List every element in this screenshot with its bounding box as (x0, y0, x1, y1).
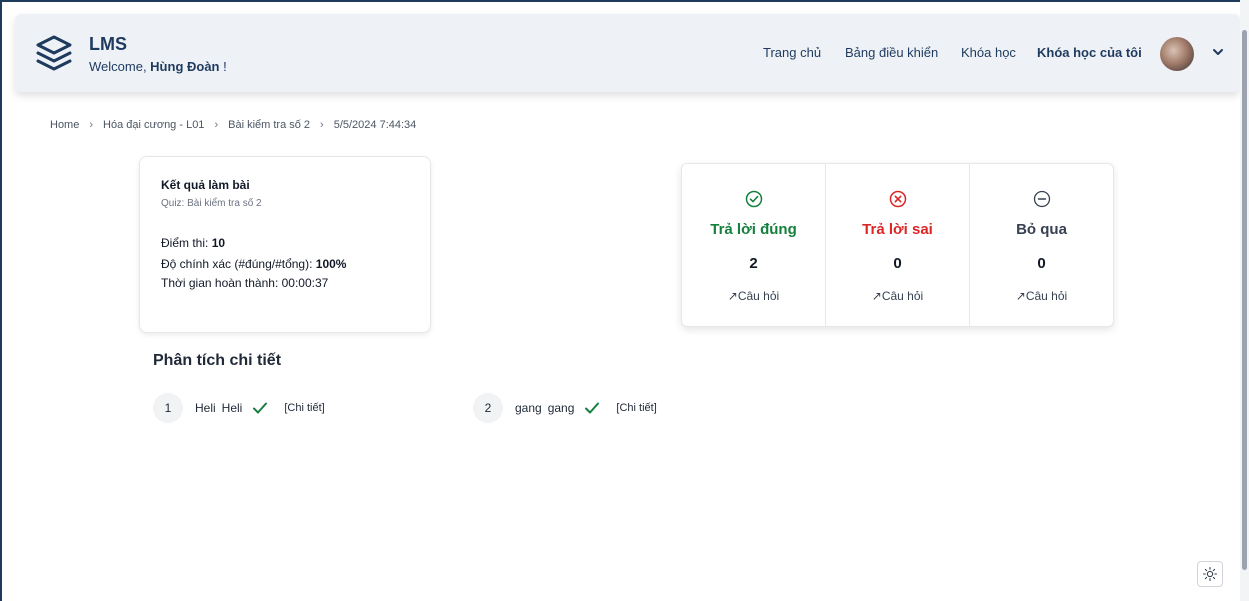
scrollbar-thumb[interactable] (1242, 30, 1247, 570)
question-item: 1 Heli Heli [Chi tiết] (153, 393, 325, 423)
stat-skipped-label: Bỏ qua (1016, 221, 1067, 238)
result-subtitle: Quiz: Bài kiểm tra số 2 (161, 198, 262, 209)
analysis-title: Phân tích chi tiết (153, 352, 282, 369)
stat-wrong-value: 0 (893, 255, 902, 272)
stat-correct-value: 2 (749, 255, 758, 272)
breadcrumb-course[interactable]: Hóa đại cương - L01 (103, 119, 204, 131)
minus-circle-icon (1033, 190, 1050, 208)
brand-name[interactable]: LMS (89, 34, 127, 55)
nav-my-courses[interactable]: Khóa học của tôi (1037, 45, 1142, 60)
time-value: 00:00:37 (281, 276, 329, 290)
welcome-message: Welcome, Hùng Đoàn ! (89, 59, 227, 74)
question-number: 1 (153, 393, 183, 423)
breadcrumb-attempt: 5/5/2024 7:44:34 (333, 119, 417, 131)
accuracy-line: Độ chính xác (#đúng/#tổng): 100% (161, 257, 346, 271)
time-line: Thời gian hoàn thành: 00:00:37 (161, 276, 328, 290)
stat-skipped-questions-link[interactable]: ↗Câu hỏi (970, 289, 1113, 303)
welcome-suffix: ! (219, 59, 227, 74)
layers-logo-icon[interactable] (32, 31, 76, 75)
breadcrumb-separator: › (214, 119, 219, 131)
question-item: 2 gang gang [Chi tiết] (473, 393, 657, 423)
correct-answer: Heli (221, 401, 243, 415)
accuracy-value: 100% (315, 257, 347, 271)
detail-link[interactable]: [Chi tiết] (284, 402, 324, 414)
user-answer: gang (515, 401, 542, 415)
check-circle-icon (745, 190, 762, 208)
breadcrumb-separator: › (320, 119, 324, 131)
stats-panel: Trả lời đúng 2 ↗Câu hỏi Trả lời sai 0 ↗C… (681, 163, 1114, 327)
theme-toggle-button[interactable] (1197, 561, 1223, 587)
breadcrumb: Home › Hóa đại cương - L01 › Bài kiểm tra số… (50, 119, 416, 131)
stat-wrong: Trả lời sai 0 ↗Câu hỏi (825, 164, 969, 326)
stat-wrong-label: Trả lời sai (862, 221, 933, 238)
nav-home[interactable]: Trang chủ (763, 45, 821, 60)
detail-link[interactable]: [Chi tiết] (616, 402, 656, 414)
score-value: 10 (211, 236, 226, 250)
time-label: Thời gian hoàn thành: (161, 276, 282, 290)
x-circle-icon (889, 190, 906, 208)
breadcrumb-home[interactable]: Home (50, 119, 79, 131)
stat-correct-questions-link[interactable]: ↗Câu hỏi (682, 289, 825, 303)
result-card: Kết quả làm bài Quiz: Bài kiểm tra số 2 … (139, 156, 431, 333)
nav-dashboard[interactable]: Bảng điều khiển (845, 45, 938, 60)
correct-answer: gang (547, 401, 575, 415)
score-label: Điểm thi: (161, 236, 212, 250)
check-icon (253, 402, 268, 414)
result-title: Kết quả làm bài (161, 178, 250, 192)
stat-wrong-questions-link[interactable]: ↗Câu hỏi (826, 289, 969, 303)
stat-skipped-value: 0 (1037, 255, 1046, 272)
top-navbar: LMS Welcome, Hùng Đoàn ! Trang chủ Bảng … (15, 14, 1240, 92)
stat-correct: Trả lời đúng 2 ↗Câu hỏi (682, 164, 825, 326)
chevron-down-icon[interactable] (1210, 44, 1226, 60)
breadcrumb-separator: › (89, 119, 94, 131)
user-answer: Heli (195, 401, 216, 415)
vertical-scrollbar[interactable] (1240, 0, 1249, 601)
sun-icon (1202, 566, 1218, 582)
stat-skipped: Bỏ qua 0 ↗Câu hỏi (969, 164, 1113, 326)
check-icon (585, 402, 600, 414)
stat-correct-label: Trả lời đúng (710, 221, 797, 238)
avatar[interactable] (1160, 37, 1194, 71)
nav-courses[interactable]: Khóa học (961, 45, 1016, 60)
score-line: Điểm thi: 10 (161, 236, 225, 250)
breadcrumb-quiz[interactable]: Bài kiểm tra số 2 (228, 119, 310, 131)
welcome-prefix: Welcome, (89, 59, 151, 74)
question-number: 2 (473, 393, 503, 423)
accuracy-label: Độ chính xác (#đúng/#tổng): (161, 257, 316, 271)
user-name: Hùng Đoàn (150, 59, 220, 74)
